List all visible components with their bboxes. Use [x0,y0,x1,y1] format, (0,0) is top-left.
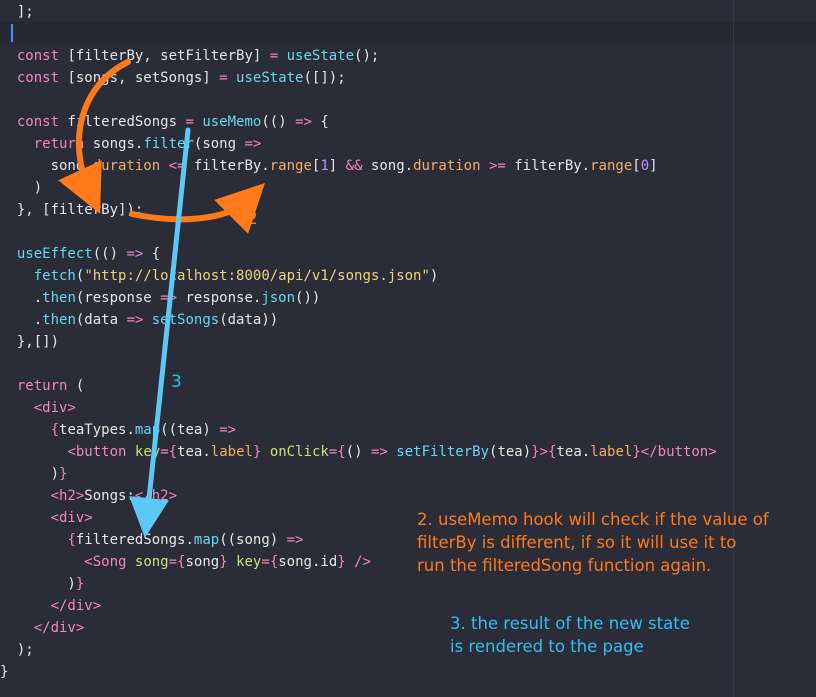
annotation-arrows [58,59,265,538]
orange-arrow-right [129,183,265,234]
annotation-note-3: 3. the result of the new state is render… [450,614,690,656]
orange-arrow-down [58,59,131,214]
annotation-note-2: 2. useMemo hook will check if the value … [417,510,769,575]
annotation-marker-3: 3 [171,372,182,392]
blue-arrow-down [129,127,191,538]
annotation-marker-2: 2 [247,209,258,229]
